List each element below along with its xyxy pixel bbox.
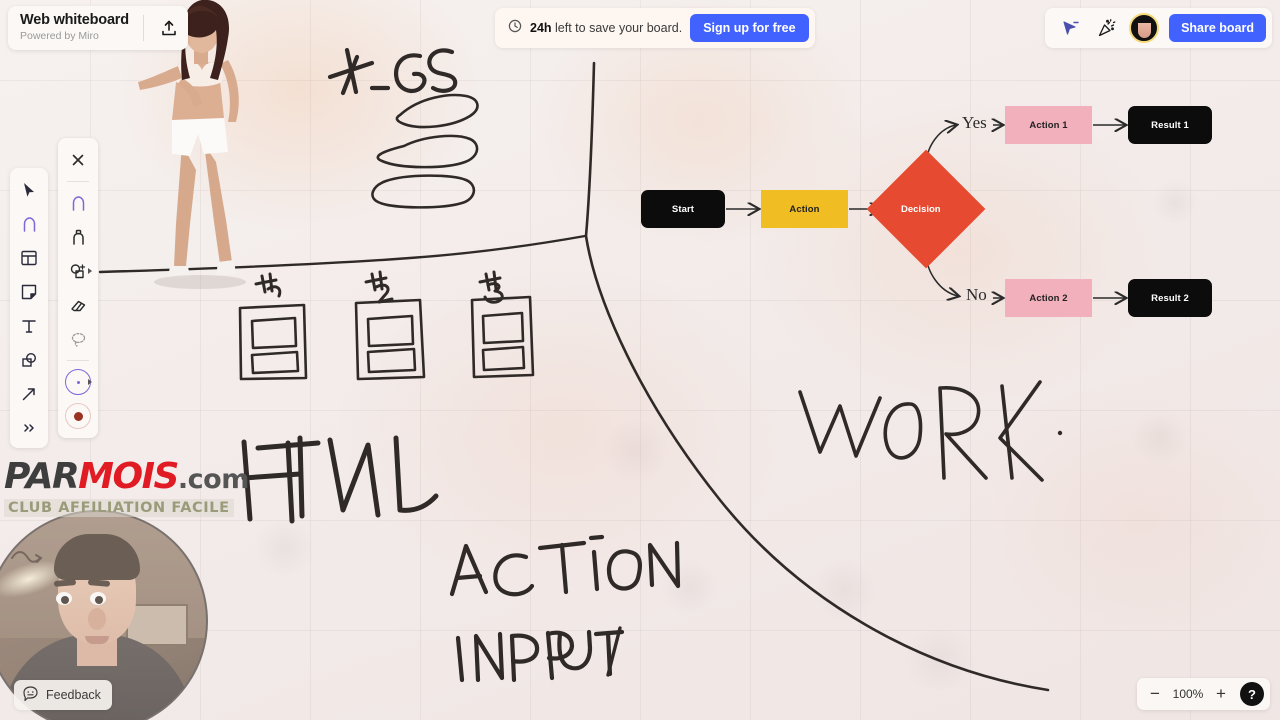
flow-node-label: Action 2 [1029, 292, 1068, 304]
marker-icon[interactable] [62, 221, 94, 253]
chevron-right-icon [88, 268, 92, 274]
color-swatch-icon[interactable] [62, 400, 94, 432]
share-board-button[interactable]: Share board [1169, 14, 1266, 42]
avatar-image [1137, 22, 1151, 38]
main-toolbar [10, 168, 48, 448]
flow-node-label: Action [789, 203, 820, 215]
flow-node-start[interactable]: Start [641, 190, 725, 228]
board-subtitle-text: Powered by Miro [20, 30, 99, 42]
zoom-level-value: 100% [1172, 687, 1204, 701]
flow-node-action[interactable]: Action [761, 190, 848, 228]
templates-tool[interactable] [13, 242, 45, 274]
save-board-banner: 24h left to save your board. Sign up for… [495, 8, 815, 48]
flow-node-action-2[interactable]: Action 2 [1005, 279, 1092, 317]
flow-node-action-1[interactable]: Action 1 [1005, 106, 1092, 144]
clock-icon [508, 19, 522, 38]
text-tool[interactable] [13, 310, 45, 342]
save-banner-time: 24h [530, 21, 552, 35]
panel-divider [67, 181, 89, 182]
save-banner-text: 24h left to save your board. [530, 21, 682, 35]
flow-node-result-2[interactable]: Result 2 [1128, 279, 1212, 317]
cursor-share-icon[interactable] [1057, 15, 1083, 41]
chevron-right-icon [88, 379, 92, 385]
select-tool[interactable] [13, 174, 45, 206]
stroke-width-icon[interactable] [62, 366, 94, 398]
flow-node-label: Action 1 [1029, 119, 1068, 131]
flow-node-label: Result 2 [1151, 292, 1189, 304]
zoom-out-button[interactable]: − [1143, 682, 1167, 706]
help-button[interactable]: ? [1240, 682, 1264, 706]
upload-icon[interactable] [154, 13, 184, 43]
top-right-controls: Share board [1045, 8, 1272, 48]
flow-node-result-1[interactable]: Result 1 [1128, 106, 1212, 144]
zoom-controls: − 100% + ? [1137, 678, 1270, 710]
signup-button[interactable]: Sign up for free [690, 14, 809, 42]
pen-tool[interactable] [13, 208, 45, 240]
pen-icon[interactable] [62, 187, 94, 219]
feedback-label: Feedback [46, 688, 101, 702]
feedback-smiley-icon [22, 685, 39, 705]
highlighter-icon[interactable] [62, 255, 94, 287]
board-title-card[interactable]: Web whiteboard Powered by Miro [8, 6, 188, 50]
zoom-in-button[interactable]: + [1209, 682, 1233, 706]
feedback-button[interactable]: Feedback [14, 680, 112, 710]
close-icon[interactable] [62, 144, 94, 176]
title-divider [142, 15, 144, 41]
party-popper-icon[interactable] [1093, 15, 1119, 41]
user-avatar[interactable] [1129, 13, 1160, 43]
arrow-tool[interactable] [13, 378, 45, 410]
more-tools[interactable] [13, 412, 45, 444]
flow-node-label: Result 1 [1151, 119, 1189, 131]
panel-divider [67, 360, 89, 361]
flow-node-label: Start [671, 203, 695, 215]
shapes-tool[interactable] [13, 344, 45, 376]
whiteboard-app: Start Action Decision Yes No Action 1 Re… [0, 0, 1280, 720]
eraser-icon[interactable] [62, 289, 94, 321]
sticky-note-tool[interactable] [13, 276, 45, 308]
stroke-color-swatch [65, 403, 91, 429]
pen-options-panel [58, 138, 98, 438]
lasso-icon[interactable] [62, 323, 94, 355]
board-title-text: Web whiteboard [20, 12, 129, 28]
save-banner-message: left to save your board. [551, 21, 683, 35]
